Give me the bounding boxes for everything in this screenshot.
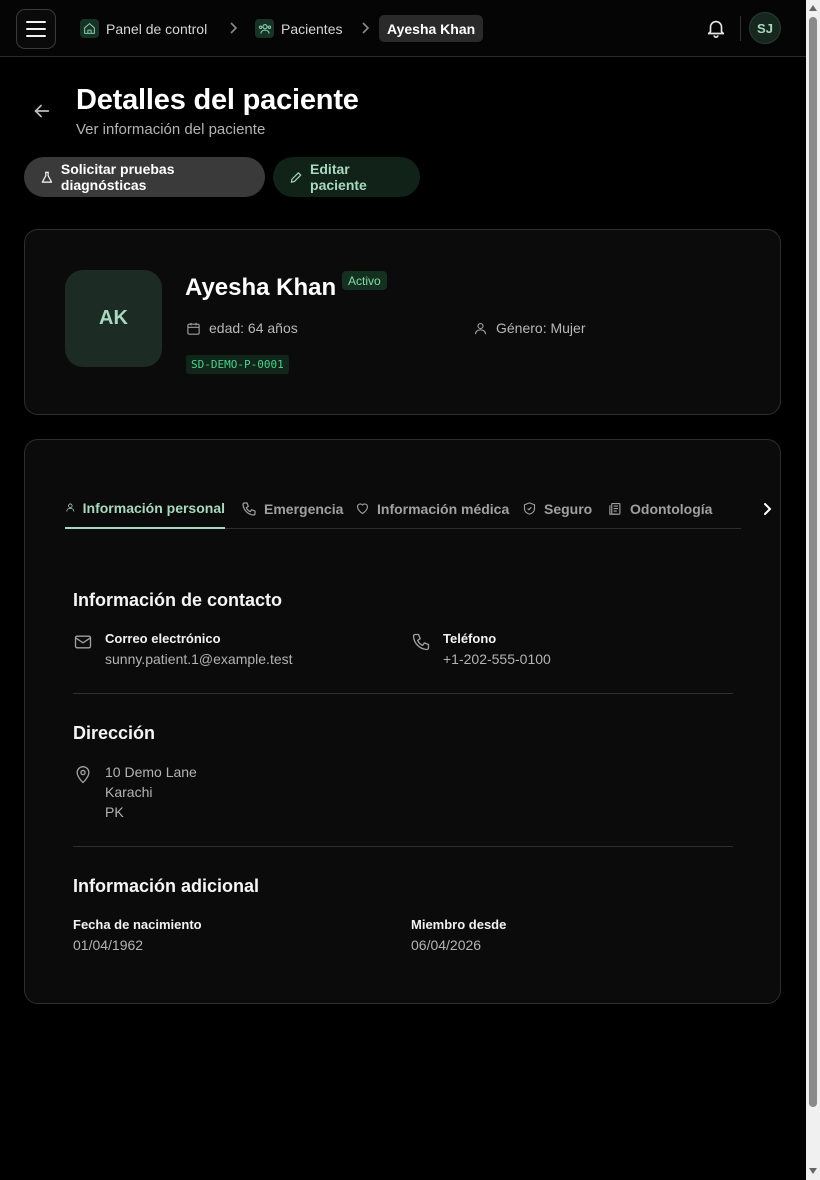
scrollbar[interactable]	[806, 0, 820, 1180]
email-value[interactable]: sunny.patient.1@example.test	[105, 649, 293, 669]
phone-label: Teléfono	[443, 631, 497, 646]
tab-label: Información médica	[377, 500, 510, 517]
breadcrumb-label: Panel de control	[106, 20, 208, 37]
phone-icon	[412, 633, 430, 651]
email-label: Correo electrónico	[105, 631, 221, 646]
chevron-right-icon	[230, 22, 238, 34]
dob-value: 01/04/1962	[73, 937, 144, 953]
tab-dentistry[interactable]: Odontología	[608, 488, 712, 529]
menu-button[interactable]	[16, 9, 56, 49]
user-icon	[66, 503, 75, 512]
address-country: PK	[105, 804, 124, 820]
scrollbar-thumb[interactable]	[809, 17, 817, 1107]
calendar-icon	[187, 322, 200, 335]
menu-icon-line	[26, 28, 46, 30]
map-pin-icon	[76, 766, 90, 784]
header-divider	[740, 16, 741, 41]
tab-personal-info[interactable]: Información personal	[65, 488, 225, 529]
address-section-title: Dirección	[73, 723, 156, 743]
patient-age-text: edad: 64 años	[209, 320, 298, 336]
patient-details-card: Información personal Emergencia Informac…	[24, 439, 781, 1004]
chevron-right-icon[interactable]	[759, 500, 777, 518]
tab-bar: Información personal Emergencia Informac…	[65, 488, 772, 529]
page-title: Detalles del paciente	[76, 84, 359, 116]
patient-gender: Género: Mujer	[473, 320, 585, 336]
top-bar: Panel de control Pacientes Ayesha Khan S…	[0, 0, 806, 57]
shield-icon	[523, 502, 536, 515]
patient-gender-text: Género: Mujer	[496, 320, 586, 336]
breadcrumb-current: Ayesha Khan	[379, 15, 484, 42]
edit-patient-button[interactable]: Editar paciente	[273, 157, 420, 197]
phone-icon	[242, 501, 256, 516]
additional-section-title: Información adicional	[73, 876, 260, 896]
phone-value[interactable]: +1-202-555-0100	[443, 649, 551, 669]
status-badge: Activo	[342, 271, 387, 290]
section-divider	[73, 693, 733, 694]
tab-label: Emergencia	[264, 500, 344, 517]
member-since-value: 06/04/2026	[411, 937, 482, 953]
tab-emergency[interactable]: Emergencia	[241, 488, 343, 529]
patient-id-badge: SD-DEMO-P-0001	[186, 355, 289, 374]
address-city: Karachi	[105, 784, 153, 800]
tab-label: Seguro	[544, 500, 593, 517]
dob-label: Fecha de nacimiento	[73, 917, 202, 932]
scroll-down-arrow[interactable]	[809, 1168, 817, 1174]
patient-name: Ayesha Khan	[185, 274, 337, 301]
breadcrumb-dashboard[interactable]: Panel de control	[80, 15, 207, 42]
heart-icon	[356, 503, 369, 515]
edit-patient-label: Editar paciente	[310, 161, 367, 193]
bell-icon[interactable]	[705, 17, 727, 39]
home-icon	[80, 19, 99, 38]
clipboard-icon	[609, 502, 621, 515]
tab-label: Información personal	[82, 499, 225, 516]
patient-avatar: AK	[65, 270, 162, 367]
chevron-right-icon	[362, 22, 370, 34]
tab-label: Odontología	[630, 500, 713, 517]
member-since-label: Miembro desde	[411, 917, 507, 932]
mail-icon	[74, 635, 92, 649]
scroll-up-arrow[interactable]	[809, 5, 817, 11]
back-arrow-icon[interactable]	[31, 100, 53, 122]
menu-icon-line	[26, 21, 46, 23]
request-diagnostics-label: Solicitar pruebas diagnósticas	[60, 161, 175, 193]
request-diagnostics-button[interactable]: Solicitar pruebas diagnósticas	[24, 157, 265, 197]
patient-profile-card: AK Ayesha Khan Activo edad: 64 años Géne…	[24, 229, 781, 415]
user-avatar[interactable]: SJ	[749, 12, 781, 44]
tab-insurance[interactable]: Seguro	[522, 488, 592, 529]
patient-age: edad: 64 años	[186, 320, 298, 336]
section-divider	[73, 846, 733, 847]
breadcrumb-patients[interactable]: Pacientes	[255, 15, 342, 42]
contact-section-title: Información de contacto	[73, 590, 283, 610]
page-subtitle: Ver información del paciente	[76, 121, 266, 138]
pencil-icon	[290, 171, 302, 183]
user-icon	[474, 322, 487, 334]
users-icon	[255, 19, 274, 38]
flask-icon	[41, 171, 53, 183]
tab-medical-info[interactable]: Información médica	[355, 488, 509, 529]
address-line-1: 10 Demo Lane	[105, 764, 197, 780]
breadcrumb-label: Pacientes	[281, 20, 343, 37]
menu-icon-line	[26, 35, 46, 37]
